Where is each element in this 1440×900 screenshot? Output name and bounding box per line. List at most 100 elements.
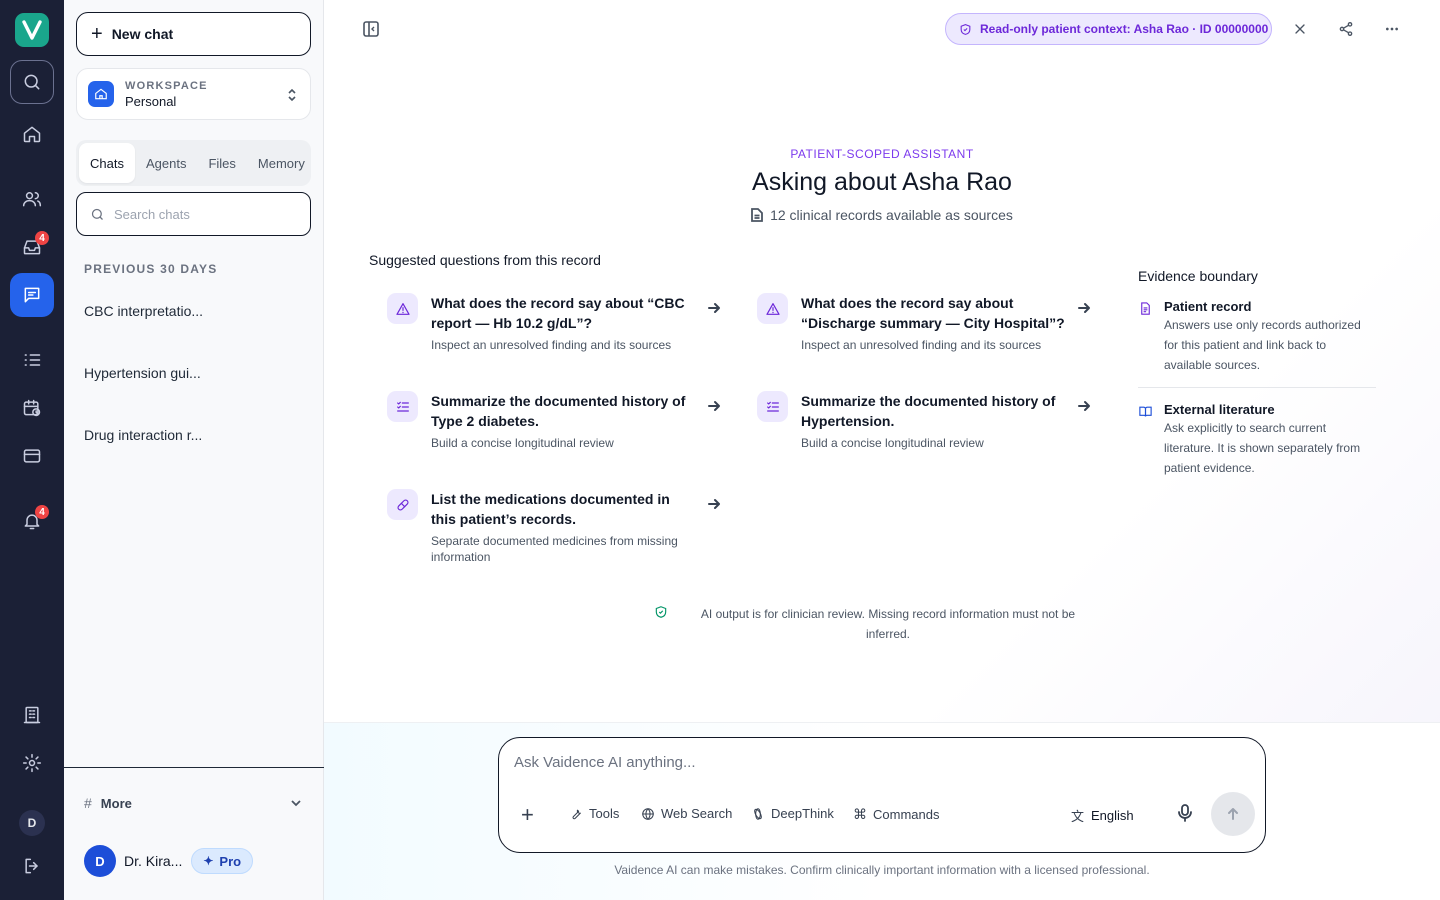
deepthink-label: DeepThink bbox=[771, 806, 834, 821]
chat-list-item[interactable]: Drug interaction r... bbox=[84, 427, 299, 443]
arrow-right-icon bbox=[707, 497, 721, 511]
suggestion-subtitle: Build a concise longitudinal review bbox=[801, 436, 984, 450]
suggested-questions-title: Suggested questions from this record bbox=[369, 252, 601, 268]
suggestion-card[interactable]: List the medications documented in this … bbox=[387, 489, 737, 565]
chat-icon bbox=[24, 287, 40, 303]
tab-files[interactable]: Files bbox=[197, 143, 246, 183]
suggestion-card[interactable]: Summarize the documented history of Type… bbox=[387, 391, 737, 451]
command-icon: ⌘ bbox=[853, 806, 867, 822]
tools-label: Tools bbox=[589, 806, 620, 821]
rail-billing-button[interactable] bbox=[10, 434, 54, 478]
rail-search-button[interactable] bbox=[10, 60, 54, 104]
commands-button[interactable]: ⌘ Commands bbox=[853, 806, 939, 823]
inbox-badge: 4 bbox=[35, 231, 49, 245]
top-bar: Read-only patient context: Asha Rao · ID… bbox=[324, 0, 1440, 58]
suggestion-title: Summarize the documented history of Hype… bbox=[801, 393, 1056, 429]
chat-list-item[interactable]: Hypertension gui... bbox=[84, 365, 299, 381]
rail-home-button[interactable] bbox=[10, 112, 54, 156]
plan-badge[interactable]: ✦ Pro bbox=[191, 848, 254, 874]
hash-icon: # bbox=[84, 795, 92, 811]
sidebar-tabs: Chats Agents Files Memory bbox=[76, 140, 311, 186]
search-icon bbox=[91, 208, 103, 220]
evidence-external-literature: External literature Ask explicitly to se… bbox=[1138, 402, 1376, 478]
suggestion-card[interactable]: Summarize the documented history of Hype… bbox=[757, 391, 1107, 451]
patient-context-label: Read-only patient context: Asha Rao · ID… bbox=[980, 22, 1269, 36]
search-chats-input[interactable] bbox=[114, 206, 294, 222]
building-icon bbox=[23, 706, 41, 724]
suggestion-title: Summarize the documented history of Type… bbox=[431, 393, 686, 429]
tab-chats[interactable]: Chats bbox=[79, 143, 135, 183]
suggestion-title: What does the record say about “Discharg… bbox=[801, 295, 1065, 331]
rail-organization-button[interactable] bbox=[10, 693, 54, 737]
arrow-right-icon bbox=[707, 399, 721, 413]
rail-inbox-button[interactable]: 4 bbox=[10, 225, 54, 269]
web-search-button[interactable]: Web Search bbox=[641, 806, 732, 821]
suggestion-card[interactable]: What does the record say about “CBC repo… bbox=[387, 293, 737, 353]
warning-icon bbox=[387, 293, 418, 324]
user-name: Dr. Kira... bbox=[124, 853, 183, 869]
document-icon bbox=[1141, 302, 1150, 315]
chat-list-item[interactable]: CBC interpretatio... bbox=[84, 303, 299, 319]
share-button[interactable] bbox=[1336, 19, 1356, 39]
divider bbox=[1138, 387, 1376, 388]
records-available-label: 12 clinical records available as sources bbox=[770, 207, 1013, 223]
ai-footnote: Vaidence AI can make mistakes. Confirm c… bbox=[614, 863, 1150, 877]
language-selector[interactable]: 文 English bbox=[1071, 806, 1134, 825]
microphone-button[interactable] bbox=[1177, 804, 1193, 822]
document-icon bbox=[751, 208, 763, 222]
new-chat-button[interactable]: + New chat bbox=[76, 12, 311, 56]
evidence-item-name: External literature bbox=[1164, 402, 1275, 417]
page-title: Asking about Asha Rao bbox=[752, 168, 1012, 196]
globe-icon bbox=[642, 807, 654, 820]
rail-avatar[interactable]: D bbox=[19, 810, 45, 836]
rail-notifications-button[interactable]: 4 bbox=[10, 499, 54, 543]
notifications-badge: 4 bbox=[35, 505, 49, 519]
home-icon bbox=[23, 126, 41, 143]
rail-schedule-button[interactable] bbox=[10, 386, 54, 430]
records-available: 12 clinical records available as sources bbox=[324, 207, 1440, 223]
rail-settings-button[interactable] bbox=[10, 741, 54, 785]
patient-context-pill[interactable]: Read-only patient context: Asha Rao · ID… bbox=[945, 13, 1272, 45]
user-profile[interactable]: D Dr. Kira... ✦ Pro bbox=[84, 845, 254, 877]
evidence-boundary-panel: Evidence boundary Patient record Answers… bbox=[1138, 268, 1376, 478]
more-toggle[interactable]: # More bbox=[84, 795, 132, 811]
composer-area: + Tools Web Search DeepThink ⌘ Commands … bbox=[324, 722, 1440, 900]
send-button[interactable] bbox=[1211, 792, 1255, 836]
close-context-button[interactable] bbox=[1290, 19, 1310, 39]
workspace-label: WORKSPACE bbox=[125, 79, 208, 92]
list-icon bbox=[24, 354, 41, 366]
suggestion-title: List the medications documented in this … bbox=[431, 491, 670, 527]
clinician-review-notice: AI output is for clinician review. Missi… bbox=[654, 604, 1094, 644]
close-icon bbox=[1295, 24, 1305, 34]
share-icon bbox=[1339, 22, 1353, 36]
rail-chat-button[interactable] bbox=[10, 273, 54, 317]
tools-button[interactable]: Tools bbox=[569, 806, 619, 821]
attach-plus-button[interactable]: + bbox=[521, 802, 534, 828]
sidebar-footer: # More D Dr. Kira... ✦ Pro bbox=[64, 767, 324, 900]
section-label-previous-30-days: PREVIOUS 30 DAYS bbox=[84, 262, 218, 276]
message-input[interactable] bbox=[514, 754, 1234, 780]
app-logo[interactable] bbox=[15, 13, 49, 47]
deepthink-button[interactable]: DeepThink bbox=[751, 806, 834, 821]
atom-icon bbox=[754, 807, 762, 820]
rail-logout-button[interactable] bbox=[10, 844, 54, 888]
web-search-label: Web Search bbox=[661, 806, 733, 821]
tab-memory[interactable]: Memory bbox=[247, 143, 316, 183]
search-chats-field[interactable] bbox=[76, 192, 311, 236]
rail-patients-button[interactable] bbox=[10, 177, 54, 221]
checklist-icon bbox=[387, 391, 418, 422]
translate-icon: 文 bbox=[1071, 809, 1085, 824]
warning-icon bbox=[757, 293, 788, 324]
gear-icon bbox=[22, 753, 42, 773]
rail-tasks-button[interactable] bbox=[10, 338, 54, 382]
tab-agents[interactable]: Agents bbox=[135, 143, 197, 183]
chevron-down-icon[interactable] bbox=[290, 798, 302, 808]
workspace-selector[interactable]: WORKSPACE Personal bbox=[76, 68, 311, 120]
suggestion-subtitle: Inspect an unresolved finding and its so… bbox=[431, 338, 672, 352]
suggestion-card[interactable]: What does the record say about “Discharg… bbox=[757, 293, 1107, 353]
workspace-value: Personal bbox=[125, 93, 177, 109]
plus-icon: + bbox=[91, 23, 103, 45]
sidebar-toggle-icon[interactable] bbox=[362, 20, 380, 38]
evidence-item-desc: Ask explicitly to search current literat… bbox=[1164, 421, 1361, 475]
more-options-button[interactable] bbox=[1382, 19, 1402, 39]
